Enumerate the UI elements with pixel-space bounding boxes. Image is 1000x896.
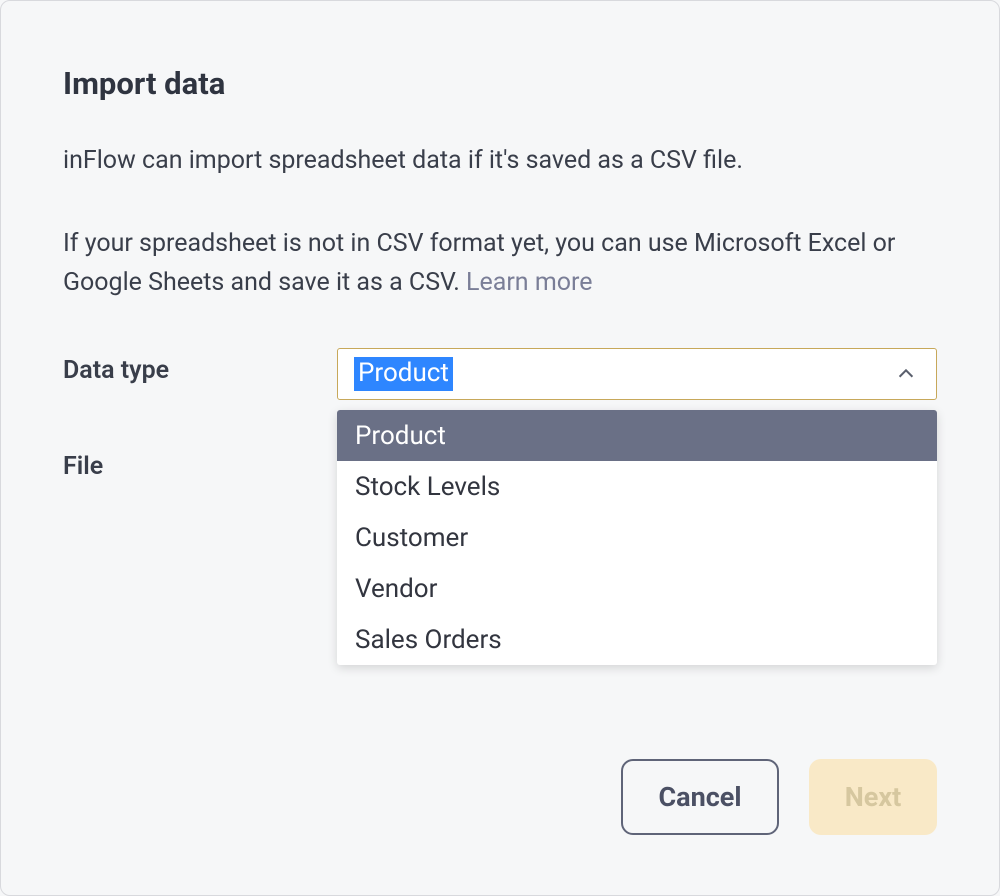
- dialog-footer: Cancel Next: [621, 759, 937, 835]
- learn-more-link[interactable]: Learn more: [466, 268, 592, 297]
- dialog-description-1: inFlow can import spreadsheet data if it…: [63, 142, 937, 181]
- import-data-dialog: Import data inFlow can import spreadshee…: [0, 0, 1000, 896]
- data-type-dropdown: Product Stock Levels Customer Vendor Sal…: [337, 410, 937, 665]
- data-type-selected-value: Product: [354, 357, 453, 391]
- data-type-select[interactable]: Product: [337, 348, 937, 400]
- dropdown-option-vendor[interactable]: Vendor: [337, 563, 937, 614]
- file-label: File: [63, 444, 337, 481]
- dropdown-option-customer[interactable]: Customer: [337, 512, 937, 563]
- data-type-row: Data type Product Product Stock Levels C…: [63, 348, 937, 400]
- dropdown-option-sales-orders[interactable]: Sales Orders: [337, 614, 937, 665]
- dialog-description-2: If your spreadsheet is not in CSV format…: [63, 225, 937, 303]
- data-type-label: Data type: [63, 348, 337, 385]
- chevron-up-icon: [892, 360, 920, 388]
- next-button: Next: [809, 759, 937, 835]
- data-type-select-wrap: Product Product Stock Levels Customer Ve…: [337, 348, 937, 400]
- dialog-title: Import data: [63, 65, 937, 102]
- cancel-button[interactable]: Cancel: [621, 759, 779, 835]
- dropdown-option-stock-levels[interactable]: Stock Levels: [337, 461, 937, 512]
- dropdown-option-product[interactable]: Product: [337, 410, 937, 461]
